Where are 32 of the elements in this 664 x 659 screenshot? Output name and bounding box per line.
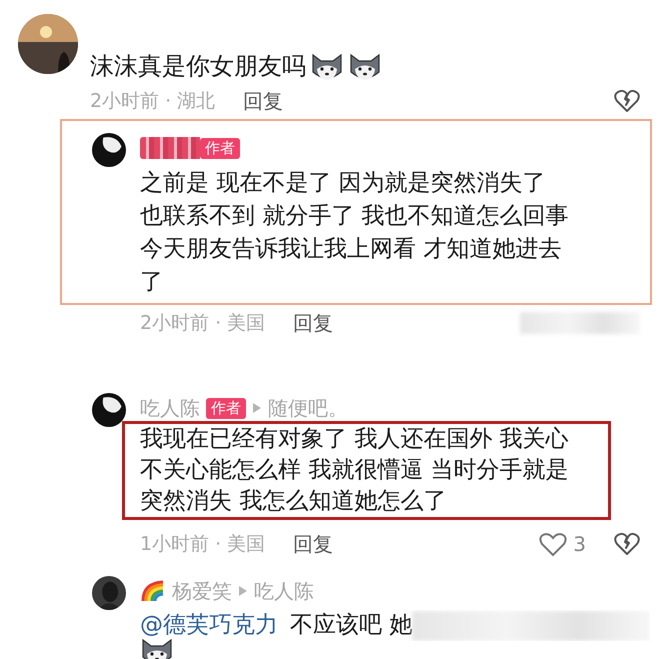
husky-emoji-icon bbox=[140, 637, 174, 659]
husky-emoji-icon bbox=[348, 52, 382, 82]
comment-meta: 2小时前 · 美国 bbox=[140, 311, 266, 336]
reply-arrow-icon bbox=[238, 585, 248, 597]
reply-button[interactable]: 回复 bbox=[243, 88, 284, 114]
comment-text: 也联系不到 就分手了 我也不知道怎么回事 bbox=[140, 202, 569, 231]
avatar[interactable] bbox=[92, 133, 126, 167]
comment-meta: 1小时前 · 美国 bbox=[140, 532, 266, 557]
comment-text: 今天朋友告诉我让我上网看 才知道她进去 bbox=[140, 235, 562, 264]
comment-text: 不应该吧 她 bbox=[290, 611, 412, 640]
like-count: 3 bbox=[573, 532, 586, 556]
comment-text: 不关心能怎么样 我就很懵逼 当时分手就是 bbox=[140, 456, 569, 485]
mention-link[interactable]: @德芙巧克力 bbox=[140, 610, 278, 641]
reply-button[interactable]: 回复 bbox=[293, 310, 334, 336]
avatar[interactable] bbox=[18, 14, 78, 74]
comment-text: 了 bbox=[140, 268, 163, 297]
avatar[interactable] bbox=[92, 576, 126, 610]
author-badge: 作者 bbox=[200, 138, 240, 158]
reply-arrow-icon bbox=[252, 402, 262, 414]
reply-button[interactable]: 回复 bbox=[293, 530, 334, 558]
heart-icon[interactable] bbox=[539, 532, 568, 556]
broken-heart-icon[interactable] bbox=[614, 89, 640, 113]
avatar[interactable] bbox=[92, 393, 126, 427]
husky-emoji-icon bbox=[310, 52, 344, 82]
rainbow-emoji-icon bbox=[140, 579, 166, 603]
broken-heart-icon[interactable] bbox=[614, 532, 640, 556]
comment-text: 之前是 现在不是了 因为就是突然消失了 bbox=[140, 169, 546, 198]
comment-meta: 2小时前 · 湖北 bbox=[90, 89, 216, 114]
comment-text: 突然消失 我怎么知道她怎么了 bbox=[140, 487, 446, 516]
comment-text: 我现在已经有对象了 我人还在国外 我关心 bbox=[140, 425, 569, 454]
author-badge: 作者 bbox=[206, 398, 246, 418]
comment-text: 沫沫真是你女朋友吗 bbox=[90, 51, 306, 82]
